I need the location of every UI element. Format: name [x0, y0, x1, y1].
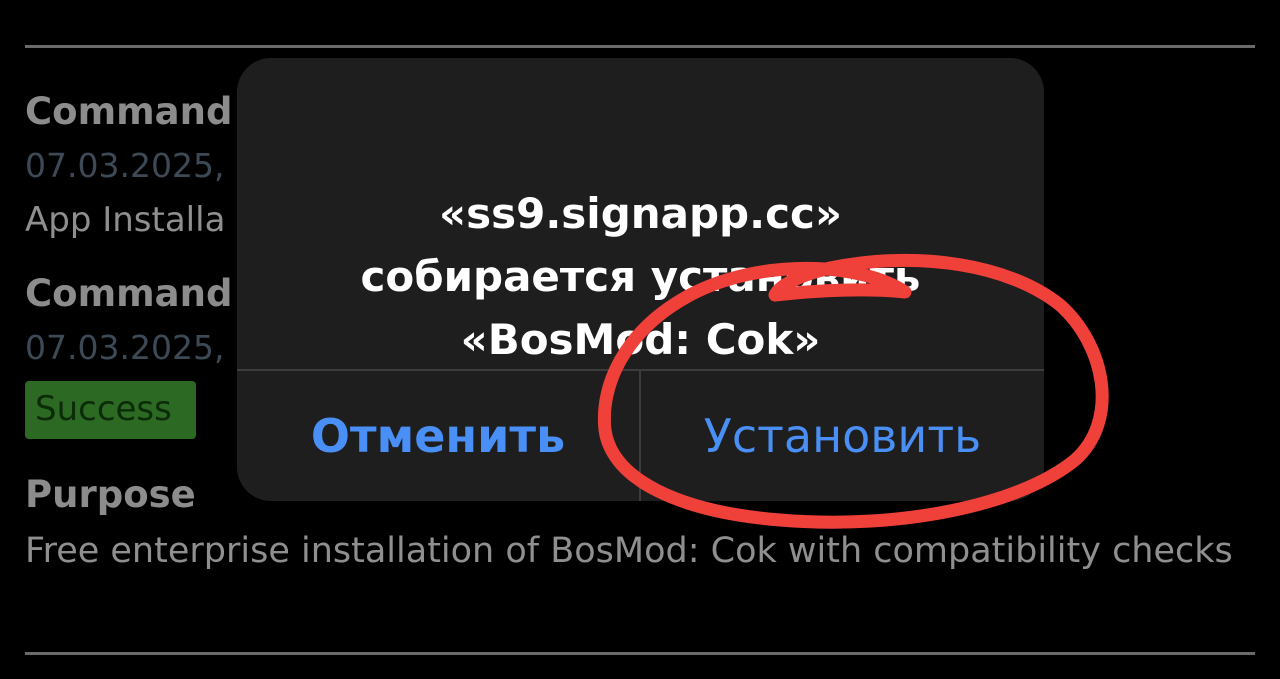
purpose-title: Purpose: [25, 473, 196, 516]
command-date-2: 07.03.2025, 1: [25, 328, 256, 367]
install-button[interactable]: Установить: [641, 371, 1044, 501]
cancel-button[interactable]: Отменить: [237, 371, 639, 501]
install-alert-dialog: «ss9.signapp.cc» собирается установить «…: [237, 58, 1044, 501]
command-body-1: App Installa: [25, 200, 226, 240]
top-divider: [25, 45, 1255, 48]
command-title-1: Command: [25, 90, 233, 133]
purpose-body: Free enterprise installation of BosMod: …: [25, 531, 1233, 571]
status-badge: Success: [25, 381, 196, 439]
alert-message-line-1: «ss9.signapp.cc»: [438, 189, 843, 238]
alert-message-line-3: «BosMod: Cok»: [460, 315, 821, 364]
alert-message: «ss9.signapp.cc» собирается установить «…: [237, 182, 1044, 371]
command-title-2: Command: [25, 272, 233, 315]
bottom-divider: [25, 652, 1255, 655]
command-date-1: 07.03.2025, 1: [25, 146, 256, 185]
alert-message-line-2: собирается установить: [360, 252, 921, 301]
screen: Command 07.03.2025, 1 App Installa Comma…: [0, 0, 1280, 679]
status-badge-label: Success: [35, 389, 172, 429]
